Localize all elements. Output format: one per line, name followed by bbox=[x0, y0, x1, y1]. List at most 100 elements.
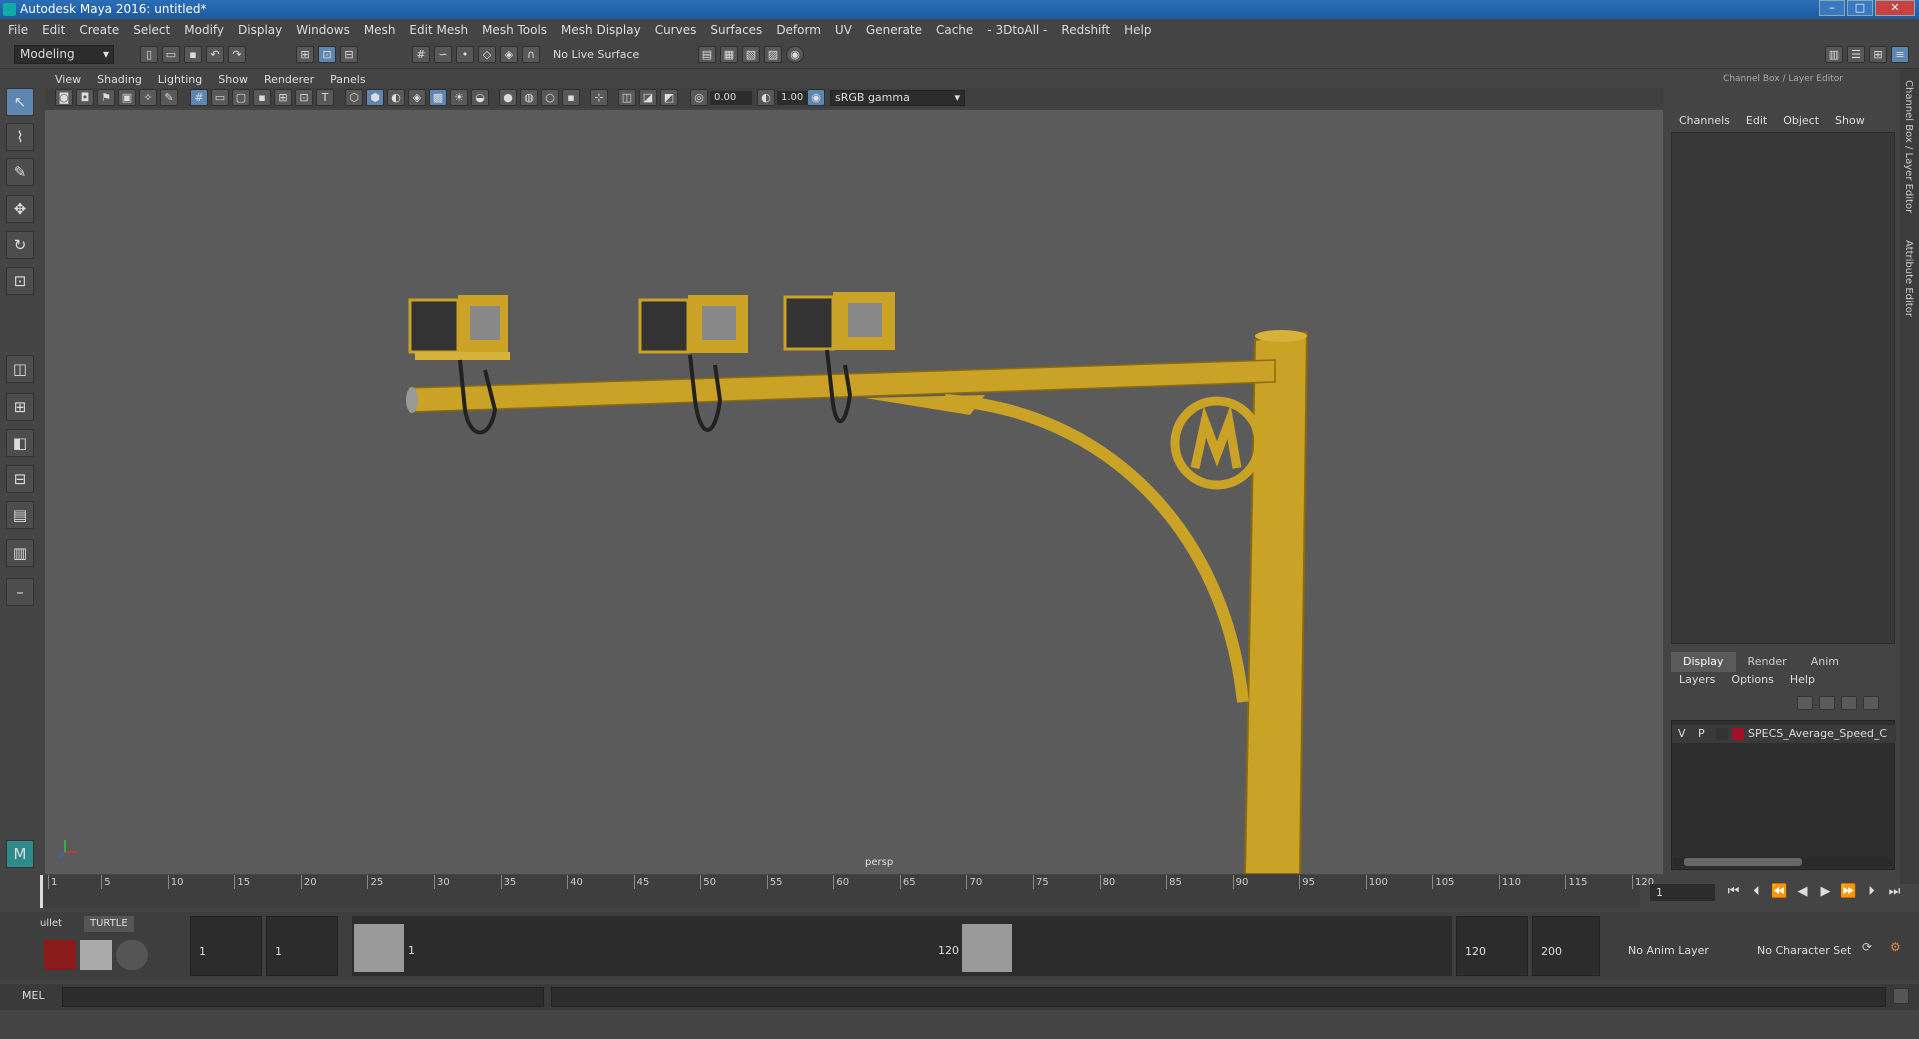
menu-set-select[interactable]: Modeling ▾ bbox=[14, 45, 114, 64]
more-layouts-icon[interactable]: – bbox=[6, 578, 34, 606]
new-layer-selected-icon[interactable] bbox=[1863, 696, 1879, 710]
menu-curves[interactable]: Curves bbox=[655, 23, 697, 37]
menu-3dtoall[interactable]: - 3DtoAll - bbox=[987, 23, 1047, 37]
color-space-select[interactable]: sRGB gamma ▾ bbox=[830, 90, 965, 106]
play-backward-icon[interactable]: ◀ bbox=[1794, 884, 1811, 899]
screen-space-ao-icon[interactable]: ● bbox=[499, 89, 517, 106]
step-back-key-icon[interactable]: ⏪ bbox=[1771, 884, 1788, 899]
playback-start-field[interactable]: 1 bbox=[266, 916, 338, 976]
scale-tool-icon[interactable]: ⊡ bbox=[6, 267, 34, 295]
undo-icon[interactable]: ↶ bbox=[206, 46, 224, 63]
menu-help[interactable]: Help bbox=[1124, 23, 1151, 37]
layer-color-swatch[interactable] bbox=[1732, 728, 1744, 740]
wireframe-icon[interactable]: ⬡ bbox=[345, 89, 363, 106]
bookmark-icon[interactable]: ⚑ bbox=[97, 89, 115, 106]
panel-menu-shading[interactable]: Shading bbox=[97, 73, 142, 86]
select-component-icon[interactable]: ⊟ bbox=[340, 46, 358, 63]
cb-menu-object[interactable]: Object bbox=[1783, 114, 1819, 127]
auto-key-icon[interactable]: ⟳ bbox=[1862, 940, 1878, 956]
layer-menu-layers[interactable]: Layers bbox=[1679, 673, 1715, 686]
layer-row[interactable]: V P SPECS_Average_Speed_C bbox=[1672, 725, 1896, 743]
move-tool-icon[interactable]: ✥ bbox=[6, 195, 34, 223]
layer-menu-help[interactable]: Help bbox=[1790, 673, 1815, 686]
time-slider[interactable]: 1 5 10 15 20 25 30 35 40 45 50 55 60 65 70 75 80 85 90 95 10… bbox=[40, 875, 1654, 908]
anti-aliasing-icon[interactable]: ○ bbox=[541, 89, 559, 106]
render-current-icon[interactable]: ▧ bbox=[742, 46, 760, 63]
safe-action-icon[interactable]: ⊡ bbox=[295, 89, 313, 106]
snap-grid-icon[interactable]: # bbox=[412, 46, 430, 63]
menu-uv[interactable]: UV bbox=[835, 23, 852, 37]
depth-of-field-icon[interactable]: ▪ bbox=[562, 89, 580, 106]
snap-view-plane-icon[interactable]: ◇ bbox=[478, 46, 496, 63]
shelf-tab-bullet[interactable]: ullet bbox=[34, 916, 68, 932]
menu-mesh[interactable]: Mesh bbox=[364, 23, 396, 37]
command-language-label[interactable]: MEL bbox=[22, 989, 45, 1002]
shelf-bullet-icon[interactable] bbox=[44, 940, 76, 970]
redo-icon[interactable]: ↷ bbox=[228, 46, 246, 63]
current-time-marker[interactable] bbox=[40, 875, 43, 908]
camera-select-icon[interactable]: ◙ bbox=[55, 89, 73, 106]
gate-mask-icon[interactable]: ▪ bbox=[253, 89, 271, 106]
shelf-material-icon[interactable] bbox=[80, 940, 112, 970]
grease-pencil-icon[interactable]: ✎ bbox=[160, 89, 178, 106]
select-tool-icon[interactable]: ↖ bbox=[6, 88, 34, 116]
go-to-start-icon[interactable]: ⏮ bbox=[1725, 884, 1742, 899]
current-frame-field[interactable]: 1 bbox=[1650, 884, 1715, 901]
tab-anim[interactable]: Anim bbox=[1799, 652, 1851, 672]
snap-magnet-icon[interactable]: ∩ bbox=[522, 46, 540, 63]
gamma-icon[interactable]: ◐ bbox=[757, 89, 775, 106]
make-live-icon[interactable]: ◈ bbox=[500, 46, 518, 63]
menu-file[interactable]: File bbox=[8, 23, 28, 37]
tool-settings-icon[interactable]: ⊞ bbox=[1869, 46, 1887, 63]
new-scene-icon[interactable]: ▯ bbox=[140, 46, 158, 63]
cb-menu-show[interactable]: Show bbox=[1835, 114, 1865, 127]
cb-menu-channels[interactable]: Channels bbox=[1679, 114, 1730, 127]
tab-render[interactable]: Render bbox=[1736, 652, 1799, 672]
lasso-tool-icon[interactable]: ⌇ bbox=[6, 123, 34, 151]
range-end-handle[interactable] bbox=[962, 924, 1012, 972]
layer-name[interactable]: SPECS_Average_Speed_C bbox=[1748, 725, 1887, 743]
layer-scrollbar-thumb[interactable] bbox=[1684, 858, 1802, 866]
menu-cache[interactable]: Cache bbox=[936, 23, 973, 37]
layer-playback-toggle[interactable]: P bbox=[1698, 725, 1705, 743]
new-layer-icon[interactable] bbox=[1841, 696, 1857, 710]
step-back-frame-icon[interactable]: ⏴ bbox=[1748, 884, 1765, 899]
panel-menu-lighting[interactable]: Lighting bbox=[158, 73, 202, 86]
layer-menu-options[interactable]: Options bbox=[1731, 673, 1773, 686]
layer-visibility-toggle[interactable]: V bbox=[1678, 725, 1686, 743]
maximize-button[interactable]: □ bbox=[1847, 0, 1873, 16]
perspective-viewport[interactable]: persp bbox=[45, 110, 1663, 875]
hypershade-icon[interactable]: ◉ bbox=[786, 46, 804, 63]
play-forward-icon[interactable]: ▶ bbox=[1817, 884, 1834, 899]
paint-select-icon[interactable]: ✎ bbox=[6, 158, 34, 186]
character-set-select[interactable]: No Character Set bbox=[1757, 916, 1867, 976]
exposure-icon[interactable]: ◎ bbox=[690, 89, 708, 106]
isolate-select-icon[interactable]: ⊹ bbox=[590, 89, 608, 106]
move-layer-down-icon[interactable] bbox=[1819, 696, 1835, 710]
menu-display[interactable]: Display bbox=[238, 23, 282, 37]
script-editor-icon[interactable] bbox=[1893, 988, 1909, 1004]
wireframe-on-shaded-icon[interactable]: ◈ bbox=[408, 89, 426, 106]
preferences-icon[interactable]: ⚙ bbox=[1890, 940, 1906, 956]
anim-layer-select[interactable]: No Anim Layer bbox=[1628, 916, 1738, 976]
snap-curve-icon[interactable]: ∽ bbox=[434, 46, 452, 63]
shelf-tab-turtle[interactable]: TURTLE bbox=[84, 916, 134, 932]
menu-surfaces[interactable]: Surfaces bbox=[710, 23, 762, 37]
twod-pan-icon[interactable]: ✧ bbox=[139, 89, 157, 106]
layer-type-toggle[interactable] bbox=[1716, 728, 1728, 740]
range-slider[interactable]: 1 120 bbox=[352, 916, 1452, 976]
render-settings-icon[interactable]: ▤ bbox=[698, 46, 716, 63]
two-view-stack-icon[interactable]: ⊟ bbox=[6, 465, 34, 493]
move-layer-up-icon[interactable] bbox=[1797, 696, 1813, 710]
xray-icon[interactable]: ◫ bbox=[618, 89, 636, 106]
outliner-icon[interactable]: ☰ bbox=[1847, 46, 1865, 63]
menu-mesh-display[interactable]: Mesh Display bbox=[561, 23, 641, 37]
menu-mesh-tools[interactable]: Mesh Tools bbox=[482, 23, 547, 37]
snap-point-icon[interactable]: • bbox=[456, 46, 474, 63]
use-all-lights-icon[interactable]: ☀ bbox=[450, 89, 468, 106]
motion-blur-icon[interactable]: ◍ bbox=[520, 89, 538, 106]
xray-joints-icon[interactable]: ◪ bbox=[639, 89, 657, 106]
live-surface-field[interactable]: No Live Surface bbox=[553, 46, 653, 63]
field-chart-icon[interactable]: ⊞ bbox=[274, 89, 292, 106]
menu-select[interactable]: Select bbox=[133, 23, 170, 37]
